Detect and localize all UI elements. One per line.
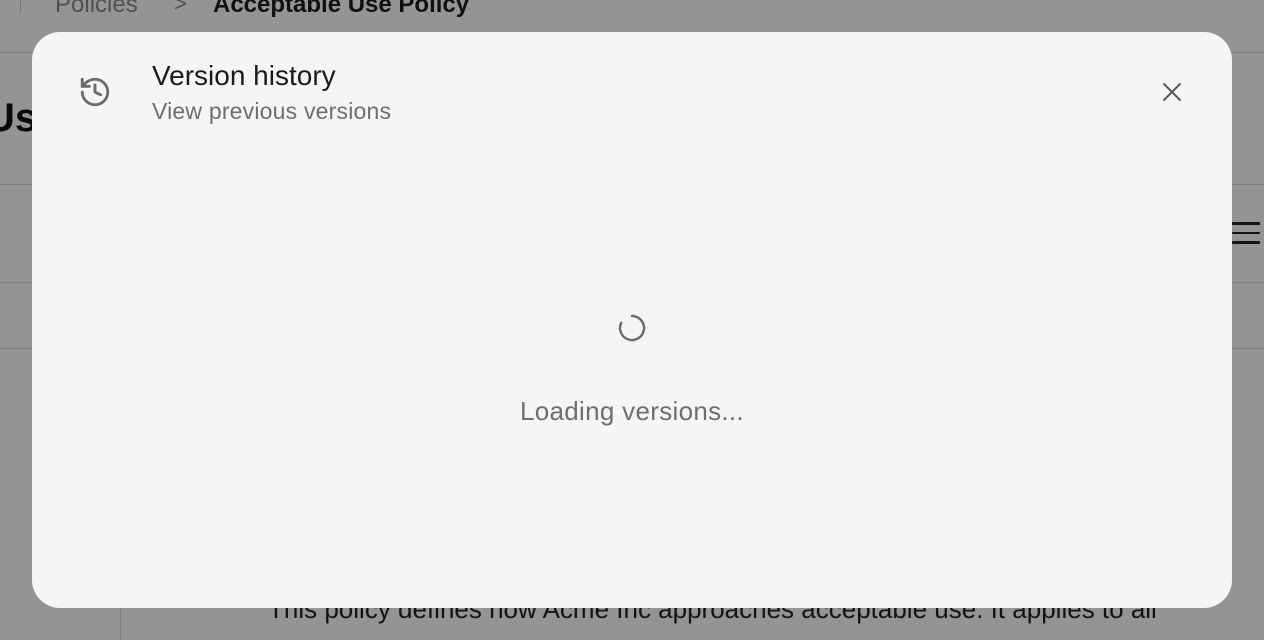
close-icon bbox=[1163, 83, 1181, 101]
dialog-subtitle: View previous versions bbox=[152, 98, 392, 124]
close-button[interactable] bbox=[1152, 74, 1192, 110]
history-icon bbox=[80, 77, 110, 107]
spinner-icon bbox=[618, 314, 646, 342]
loading-text: Loading versions... bbox=[520, 396, 744, 426]
version-history-dialog: Version history View previous versions L… bbox=[32, 32, 1232, 608]
dialog-title: Version history bbox=[152, 60, 336, 91]
